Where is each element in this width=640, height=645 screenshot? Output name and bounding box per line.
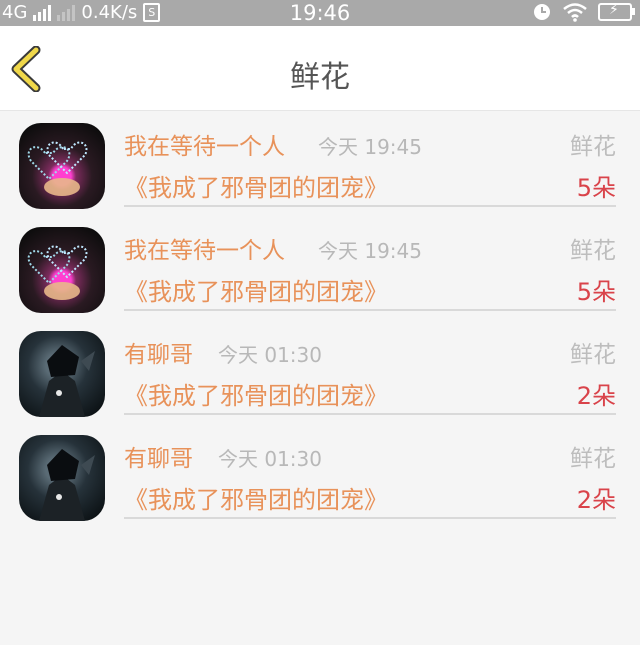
user-avatar[interactable] [19, 227, 105, 313]
sender-name: 有聊哥 [124, 342, 193, 368]
gift-count: 2朵 [576, 486, 616, 514]
list-item[interactable]: 我在等待一个人 今天 19:45 鲜花 《我成了邪骨团的团宠》 5朵 [0, 215, 640, 319]
book-title-link[interactable]: 《我成了邪骨团的团宠》 [124, 272, 388, 307]
sender-name: 我在等待一个人 [124, 238, 285, 264]
hearts-avatar-image [27, 245, 88, 300]
status-right: ⚡ [532, 2, 635, 22]
list-item[interactable]: 有聊哥 今天 01:30 鲜花 《我成了邪骨团的团宠》 2朵 [0, 319, 640, 423]
gift-type: 鲜花 [570, 238, 616, 264]
list-item[interactable]: 有聊哥 今天 01:30 鲜花 《我成了邪骨团的团宠》 2朵 [0, 423, 640, 527]
dark-character-avatar-image [39, 449, 95, 521]
book-title-link[interactable]: 《我成了邪骨团的团宠》 [124, 376, 388, 411]
divider [124, 413, 616, 415]
sender-name: 有聊哥 [124, 446, 193, 472]
send-time: 今天 01:30 [218, 447, 322, 471]
list-item[interactable]: 我在等待一个人 今天 19:45 鲜花 《我成了邪骨团的团宠》 5朵 [0, 111, 640, 215]
header: 鲜花 [0, 26, 640, 111]
hearts-avatar-image [27, 141, 88, 196]
divider [124, 309, 616, 311]
sender-name: 我在等待一个人 [124, 134, 285, 160]
page-title: 鲜花 [290, 60, 350, 95]
gift-record-list: 我在等待一个人 今天 19:45 鲜花 《我成了邪骨团的团宠》 5朵 我在等待一… [0, 111, 640, 527]
divider [124, 205, 616, 207]
gift-count: 5朵 [576, 278, 616, 306]
battery-charging-icon: ⚡ [598, 2, 635, 21]
gift-type: 鲜花 [570, 342, 616, 368]
user-avatar[interactable] [19, 435, 105, 521]
user-avatar[interactable] [19, 331, 105, 417]
dark-character-avatar-image [39, 345, 95, 417]
status-bar: 4G 0.4K/s S 19:46 ⚡ [0, 0, 640, 26]
send-time: 今天 01:30 [218, 343, 322, 367]
book-title-link[interactable]: 《我成了邪骨团的团宠》 [124, 480, 388, 515]
send-time: 今天 19:45 [318, 239, 422, 263]
gift-count: 5朵 [576, 174, 616, 202]
wifi-icon [563, 3, 587, 22]
divider [124, 517, 616, 519]
gift-count: 2朵 [576, 382, 616, 410]
send-time: 今天 19:45 [318, 135, 422, 159]
book-title-link[interactable]: 《我成了邪骨团的团宠》 [124, 168, 388, 203]
user-avatar[interactable] [19, 123, 105, 209]
gift-type: 鲜花 [570, 134, 616, 160]
alarm-icon [534, 4, 550, 20]
gift-type: 鲜花 [570, 446, 616, 472]
